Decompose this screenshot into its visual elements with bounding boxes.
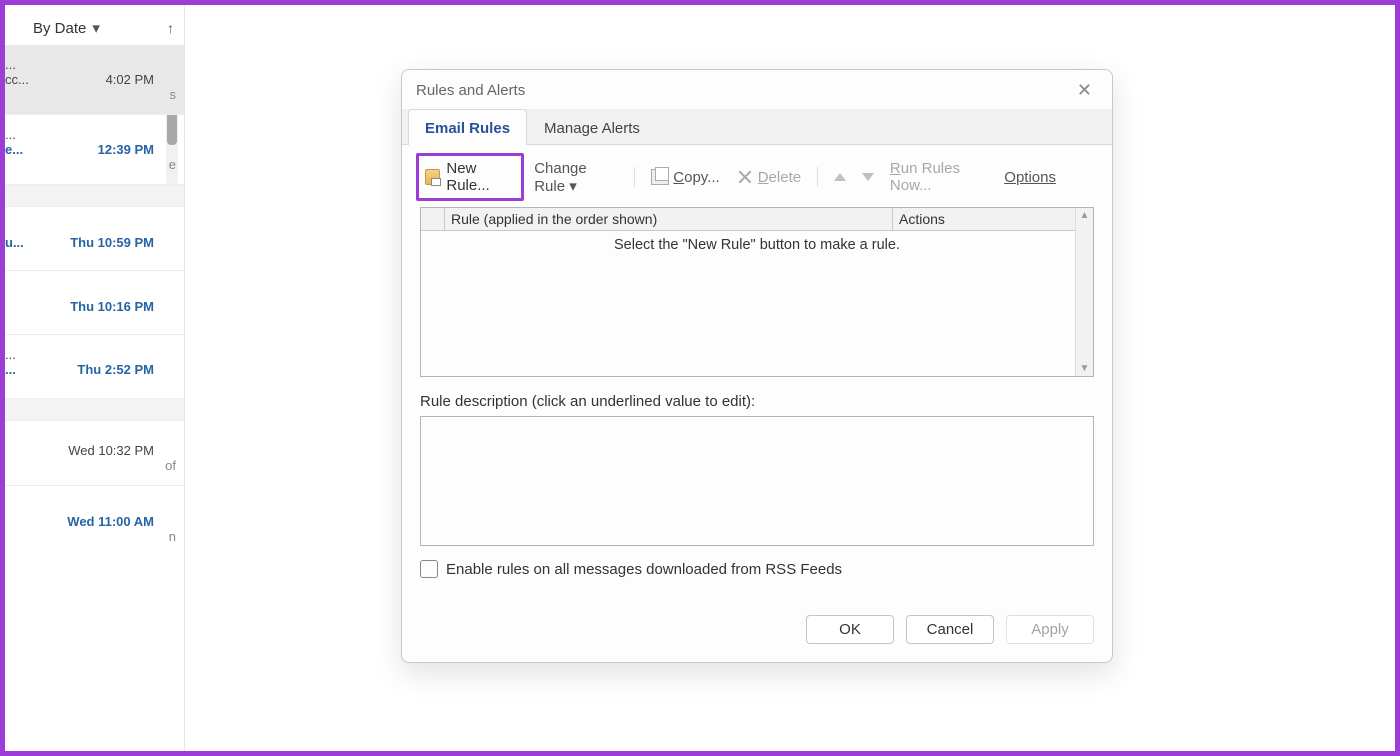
copy-icon <box>651 169 669 185</box>
move-up-button[interactable] <box>828 170 852 184</box>
dialog-titlebar: Rules and Alerts ✕ <box>402 70 1112 109</box>
tab-email-rules[interactable]: Email Rules <box>408 109 527 145</box>
toolbar-separator <box>817 167 818 187</box>
sort-ascending-icon[interactable]: ↑ <box>167 20 174 36</box>
apply-button[interactable]: Apply <box>1006 615 1094 644</box>
mail-item[interactable]: ... cc... 4:02 PM s <box>5 45 184 115</box>
options-button[interactable]: Options <box>998 166 1062 189</box>
run-rules-now-button[interactable]: Run Rules Now... <box>884 157 994 197</box>
mail-group-header[interactable] <box>5 399 184 421</box>
mail-item[interactable]: Thu 10:16 PM <box>5 271 184 335</box>
cancel-button[interactable]: Cancel <box>906 615 994 644</box>
scroll-down-icon[interactable]: ▼ <box>1080 363 1090 374</box>
dialog-footer: OK Cancel Apply <box>402 597 1112 662</box>
close-icon[interactable]: ✕ <box>1069 78 1100 103</box>
rules-list-body: Select the "New Rule" button to make a r… <box>421 231 1093 376</box>
rules-list: Rule (applied in the order shown) Action… <box>420 207 1094 377</box>
new-rule-icon <box>425 169 440 185</box>
rss-checkbox-row[interactable]: Enable rules on all messages downloaded … <box>420 560 1094 578</box>
rule-column-header[interactable]: Rule (applied in the order shown) <box>445 208 893 230</box>
mail-item[interactable]: Wed 10:32 PM of <box>5 421 184 486</box>
arrow-down-icon <box>862 173 874 181</box>
rule-description-box[interactable] <box>420 416 1094 546</box>
mail-item[interactable]: u... Thu 10:59 PM <box>5 207 184 271</box>
new-rule-button[interactable]: New Rule... <box>416 153 524 201</box>
dialog-title: Rules and Alerts <box>416 82 525 99</box>
tab-manage-alerts[interactable]: Manage Alerts <box>527 109 657 145</box>
rule-description-label: Rule description (click an underlined va… <box>420 393 1094 410</box>
delete-button[interactable]: Delete <box>730 166 807 189</box>
mail-item[interactable]: ... ... Thu 2:52 PM <box>5 335 184 399</box>
ok-button[interactable]: OK <box>806 615 894 644</box>
scroll-up-icon[interactable]: ▲ <box>1080 210 1090 221</box>
actions-column-header[interactable]: Actions <box>893 208 1093 230</box>
rss-checkbox-label: Enable rules on all messages downloaded … <box>446 561 842 578</box>
mail-list-panel: By Date ▾ ↑ ... cc... 4:02 PM s ... e...… <box>5 5 185 751</box>
mail-group-header[interactable] <box>5 185 184 207</box>
change-rule-button[interactable]: Change Rule ▾ <box>528 157 624 198</box>
rules-and-alerts-dialog: Rules and Alerts ✕ Email Rules Manage Al… <box>401 69 1113 663</box>
dialog-tabs: Email Rules Manage Alerts <box>402 109 1112 145</box>
checkbox-column[interactable] <box>421 208 445 230</box>
empty-list-message: Select the "New Rule" button to make a r… <box>614 237 900 253</box>
arrow-up-icon <box>834 173 846 181</box>
rss-checkbox[interactable] <box>420 560 438 578</box>
mail-list-header: By Date ▾ ↑ <box>5 5 184 45</box>
copy-button[interactable]: Copy... <box>645 166 725 189</box>
mail-item[interactable]: ... e... 12:39 PM e <box>5 115 184 185</box>
list-scrollbar[interactable]: ▲ ▼ <box>1075 208 1093 376</box>
chevron-down-icon[interactable]: ▾ <box>92 19 100 37</box>
delete-icon <box>736 169 754 185</box>
rules-list-header: Rule (applied in the order shown) Action… <box>421 208 1093 231</box>
sort-by-date[interactable]: By Date <box>33 20 86 37</box>
move-down-button[interactable] <box>856 170 880 184</box>
dialog-toolbar: New Rule... Change Rule ▾ Copy... Delete… <box>402 145 1112 207</box>
mail-item[interactable]: Wed 11:00 AM n <box>5 486 184 556</box>
toolbar-separator <box>634 167 635 187</box>
